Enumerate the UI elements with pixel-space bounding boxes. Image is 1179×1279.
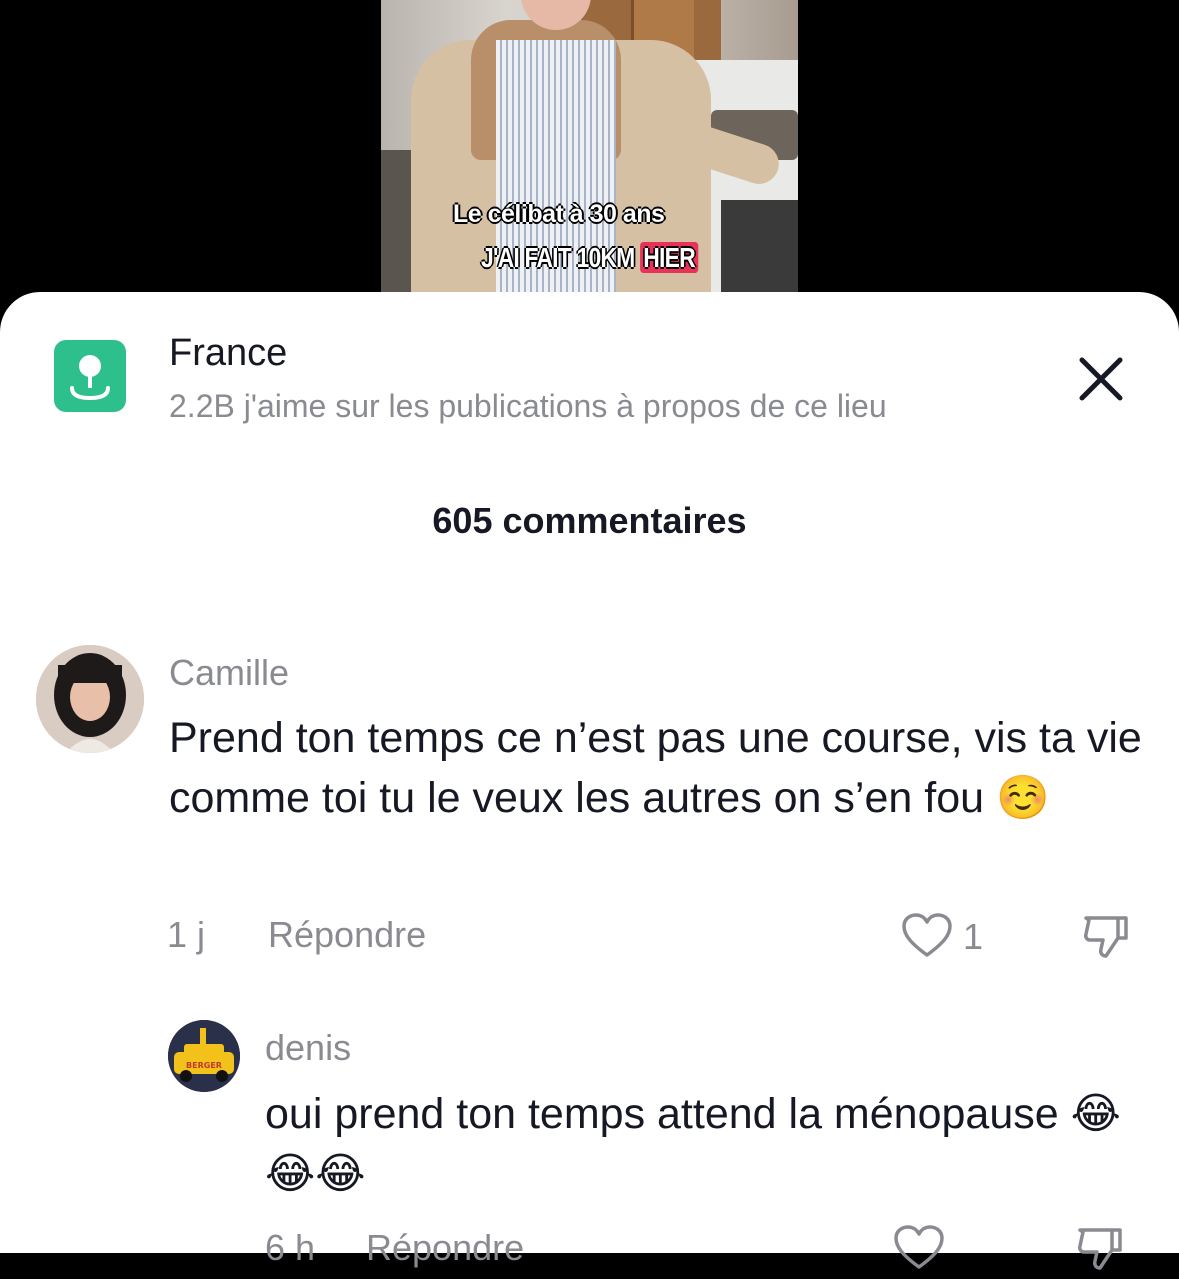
location-title[interactable]: France [169, 332, 287, 375]
caption-text: J'AI FAIT 10KM [481, 242, 641, 273]
avatar[interactable] [36, 645, 144, 753]
comment-text: oui prend ton temps attend la ménopause … [265, 1090, 1121, 1198]
avatar-text: BERGER [186, 1061, 222, 1070]
comment-count: 605 commentaires [432, 500, 747, 541]
dislike-icon[interactable] [1080, 910, 1132, 962]
comment-time: 1 j [167, 914, 206, 955]
comment-time: 6 h [265, 1227, 316, 1268]
like-count: 1 [963, 916, 984, 957]
avatar[interactable]: BERGER [168, 1020, 240, 1092]
reply-button[interactable]: Répondre [366, 1227, 524, 1269]
reply-button[interactable]: Répondre [268, 914, 426, 956]
location-pin-icon[interactable] [54, 340, 126, 412]
caption-highlight: HIER [640, 242, 699, 273]
comment-username[interactable]: denis [265, 1027, 351, 1069]
comment-username[interactable]: Camille [169, 652, 289, 694]
dislike-icon[interactable] [1074, 1222, 1126, 1274]
close-icon[interactable] [1072, 350, 1130, 408]
video-caption-line2: J'AI FAIT 10KM HIER [481, 242, 699, 274]
heart-icon[interactable] [893, 1224, 945, 1270]
video-background [721, 200, 798, 300]
video-area[interactable]: Le célibat à 30 ans J'AI FAIT 10KM HIER [0, 0, 1179, 300]
location-subtitle: 2.2B j'aime sur les publications à propo… [169, 388, 887, 424]
heart-icon[interactable] [901, 912, 953, 958]
video-caption-line1: Le célibat à 30 ans [453, 200, 665, 228]
comment-text: Prend ton temps ce n’est pas une course,… [169, 714, 1142, 822]
comments-sheet: France 2.2B j'aime sur les publications … [0, 292, 1179, 1270]
